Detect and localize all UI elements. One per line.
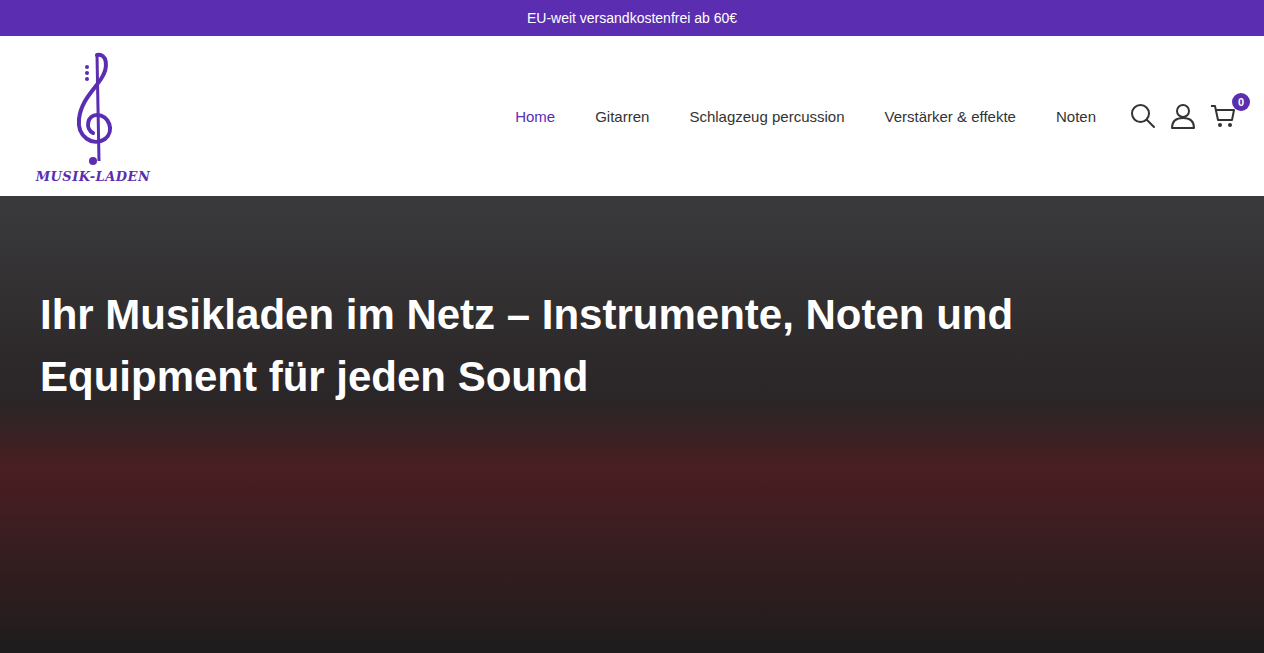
announcement-bar: EU-weit versandkostenfrei ab 60€ (0, 0, 1264, 36)
nav-item[interactable]: Schlagzeug percussion (689, 108, 844, 125)
search-icon[interactable] (1130, 103, 1156, 129)
header-actions: 0 (1130, 103, 1236, 129)
hero-banner: Ihr Musikladen im Netz – Instrumente, No… (0, 196, 1264, 653)
nav-item[interactable]: Home (515, 108, 555, 125)
cart-button[interactable]: 0 (1210, 103, 1236, 129)
nav-item[interactable]: Noten (1056, 108, 1096, 125)
logo-text: MUSIK-LADEN (36, 169, 151, 184)
header: MUSIK-LADEN Home Gitarren Schlagzeug percus… (0, 36, 1264, 196)
main-nav: Home Gitarren Schlagzeug percussion Verstär… (515, 108, 1096, 125)
treble-clef-violin-icon (63, 49, 123, 167)
page: EU-weit versandkostenfrei ab 60€ MUSIK-LA… (0, 0, 1264, 653)
nav-item[interactable]: Gitarren (595, 108, 649, 125)
announcement-text: EU-weit versandkostenfrei ab 60€ (527, 10, 737, 26)
cart-icon (1210, 103, 1236, 129)
hero-title: Ihr Musikladen im Netz – Instrumente, No… (40, 284, 1190, 408)
logo[interactable]: MUSIK-LADEN (30, 49, 156, 184)
user-icon[interactable] (1170, 103, 1196, 129)
cart-count-badge: 0 (1232, 93, 1250, 111)
nav-item[interactable]: Verstärker & effekte (885, 108, 1016, 125)
